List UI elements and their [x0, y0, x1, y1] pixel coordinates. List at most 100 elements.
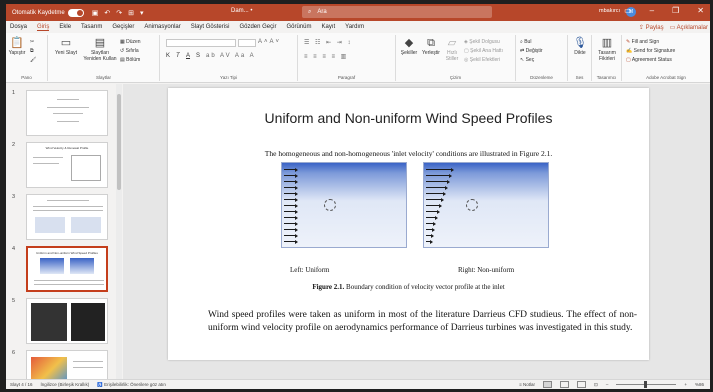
slide-body-text[interactable]: Wind speed profiles were taken as unifor… — [208, 309, 637, 335]
slide-thumbnails-pane[interactable]: 1 2 Wind Velocity & Renewal Profile 3 4 … — [6, 84, 122, 379]
share-button[interactable]: ⇪ Paylaş — [639, 24, 664, 31]
paste-button[interactable]: 📋 Yapıştır — [8, 37, 26, 56]
language-status[interactable]: İngilizce (Birleşik Krallık) — [41, 382, 90, 388]
redo-icon[interactable]: ↷ — [116, 9, 122, 17]
layout-button[interactable]: ▦ Düzen — [120, 39, 141, 45]
format-painter-icon[interactable]: 🖌 — [30, 57, 36, 63]
select-button[interactable]: ↖ Seç — [520, 57, 534, 63]
reset-button[interactable]: ↺ Sıfırla — [120, 48, 139, 54]
tab-design[interactable]: Tasarım — [81, 24, 102, 30]
cut-icon[interactable]: ✂ — [30, 39, 34, 45]
zoom-slider[interactable] — [616, 381, 677, 388]
paragraph-group: ☰ ☷ ⇤ ⇥ ↕ ≡ ≡ ≡ ≡ ▥ Paragraf — [298, 35, 396, 81]
designer-group: ▥ Tasarım Fikirleri Tasarımcı — [592, 35, 622, 81]
copy-icon[interactable]: ⧉ — [30, 48, 34, 54]
zoom-in-icon[interactable]: + — [684, 382, 687, 387]
thumb-number-6: 6 — [12, 350, 16, 356]
zoom-slider-knob[interactable] — [644, 381, 648, 388]
start-slideshow-icon[interactable]: ⊞ — [128, 9, 134, 17]
slide-thumbnail-1[interactable] — [26, 90, 108, 136]
search-input[interactable]: ⌕ Ara — [302, 6, 492, 18]
font-name-dropdown[interactable] — [166, 39, 236, 47]
notes-button[interactable]: ≡ Notlar — [519, 382, 535, 387]
design-ideas-button[interactable]: ▥ Tasarım Fikirleri — [594, 37, 620, 62]
slideshow-view-icon[interactable]: ⊡ — [594, 382, 598, 388]
thumb-number-2: 2 — [12, 142, 16, 148]
tab-slideshow[interactable]: Slayt Gösterisi — [191, 24, 230, 30]
undo-icon[interactable]: ↶ — [104, 9, 110, 17]
font-size-dropdown[interactable] — [238, 39, 256, 47]
share-icon: ⇪ — [638, 24, 646, 31]
alignment-icon[interactable]: ≡ ≡ ≡ ≡ ▥ — [304, 53, 348, 60]
slide-thumbnail-4[interactable]: Uniform and Non-uniform Wind Speed Profi… — [26, 246, 108, 292]
figure-caption[interactable]: Figure 2.1. Boundary condition of veloci… — [168, 283, 649, 291]
slide-4[interactable]: Uniform and Non-uniform Wind Speed Profi… — [168, 88, 649, 360]
accessibility-status[interactable]: ♿ Erişilebilirlik: Önerilere göz atın — [97, 382, 166, 388]
slide-intro-text[interactable]: The homogeneous and non-homogeneous 'inl… — [168, 149, 649, 158]
zoom-level[interactable]: %86 — [695, 382, 704, 387]
find-button[interactable]: ⌕ Bul — [520, 39, 531, 45]
shape-effects-button[interactable]: ◎ Şekil Efektleri — [464, 57, 500, 63]
zoom-out-icon[interactable]: – — [606, 382, 609, 387]
grow-shrink-font-icon[interactable]: A˄A˅ — [258, 39, 281, 45]
tab-record[interactable]: Kayıt — [321, 24, 335, 30]
non-uniform-profile-figure[interactable] — [423, 162, 549, 248]
bold-button[interactable]: K — [166, 53, 170, 59]
bullets-numbering-icon[interactable]: ☰ ☷ ⇤ ⇥ ↕ — [304, 39, 352, 46]
dictate-button[interactable]: 🎙 Dikte — [570, 37, 590, 56]
maximize-icon[interactable]: ❐ — [672, 6, 679, 15]
tab-file[interactable]: Dosya — [10, 24, 27, 30]
uniform-label[interactable]: Left: Uniform — [290, 266, 329, 274]
tab-home[interactable]: Giriş — [37, 24, 50, 31]
underline-button[interactable]: A — [186, 53, 190, 59]
reuse-slides-button[interactable]: ▤ Slaytları Yeniden Kullan — [82, 37, 118, 62]
autosave-control[interactable]: Otomatik Kaydetme — [12, 8, 84, 17]
uniform-profile-figure[interactable] — [281, 162, 407, 248]
thumbnails-scroll-thumb[interactable] — [117, 94, 121, 190]
document-title[interactable]: Dam... • — [231, 8, 252, 14]
slide-sorter-icon[interactable] — [560, 381, 570, 388]
normal-view-icon[interactable] — [543, 381, 553, 388]
customize-qat-icon[interactable]: ▾ — [140, 9, 144, 17]
comments-button[interactable]: ▭ Açıklamalar — [670, 24, 708, 31]
replace-button[interactable]: ⇄ Değiştir — [520, 48, 543, 54]
tab-help[interactable]: Yardım — [345, 24, 364, 30]
tab-animations[interactable]: Animasyonlar — [144, 24, 180, 30]
velocity-arrow — [426, 197, 444, 202]
slide-thumbnail-5[interactable] — [26, 298, 108, 344]
slide-title[interactable]: Uniform and Non-uniform Wind Speed Profi… — [168, 110, 649, 126]
shadow-button[interactable]: S — [196, 53, 200, 59]
arrange-icon: ⧉ — [427, 37, 435, 49]
minimize-icon[interactable]: – — [650, 6, 654, 15]
slide-thumbnail-6[interactable] — [26, 350, 108, 379]
user-name[interactable]: mbakırcı — [599, 8, 620, 14]
italic-button[interactable]: T — [176, 53, 180, 59]
slide-thumbnail-2[interactable]: Wind Velocity & Renewal Profile — [26, 142, 108, 188]
reset-label: Sıfırla — [125, 48, 139, 54]
send-for-signature-button[interactable]: ✍ Send for Signature — [626, 48, 675, 54]
save-icon[interactable]: ▣ — [92, 9, 99, 17]
slide-count-status[interactable]: Slayt 4 / 16 — [10, 382, 33, 388]
autosave-toggle[interactable] — [67, 8, 84, 17]
ribbon-display-icon[interactable]: ▭ — [624, 6, 632, 15]
non-uniform-label[interactable]: Right: Non-uniform — [458, 266, 514, 274]
reading-view-icon[interactable] — [577, 381, 587, 388]
slide-thumbnail-3[interactable] — [26, 194, 108, 240]
powerpoint-window: Otomatik Kaydetme ▣ ↶ ↷ ⊞ ▾ Dam... • ⌕ A… — [6, 4, 710, 389]
tab-transitions[interactable]: Geçişler — [112, 24, 134, 30]
shapes-button[interactable]: ◆ Şekiller — [398, 37, 420, 56]
section-button[interactable]: ▤ Bölüm — [120, 57, 140, 63]
font-color-row-icon[interactable]: ab AV Aa A — [206, 53, 256, 59]
tab-view[interactable]: Görünüm — [286, 24, 311, 30]
quick-styles-button[interactable]: ▱ Hızlı Stiller — [442, 37, 462, 62]
arrange-button[interactable]: ⧉ Yerleştir — [420, 37, 442, 56]
shape-fill-button[interactable]: ◈ Şekil Dolgusu — [464, 39, 500, 45]
shape-outline-button[interactable]: ▢ Şekil Ana Hattı — [464, 48, 503, 54]
quick-styles-icon: ▱ — [447, 37, 457, 49]
new-slide-button[interactable]: ▭ Yeni Slayt — [50, 37, 82, 56]
tab-review[interactable]: Gözden Geçir — [239, 24, 276, 30]
fill-and-sign-button[interactable]: ✎ Fill and Sign — [626, 39, 659, 45]
agreement-status-button[interactable]: ▢ Agreement Status — [626, 57, 672, 63]
tab-insert[interactable]: Ekle — [59, 24, 71, 30]
close-icon[interactable]: ✕ — [697, 6, 704, 15]
